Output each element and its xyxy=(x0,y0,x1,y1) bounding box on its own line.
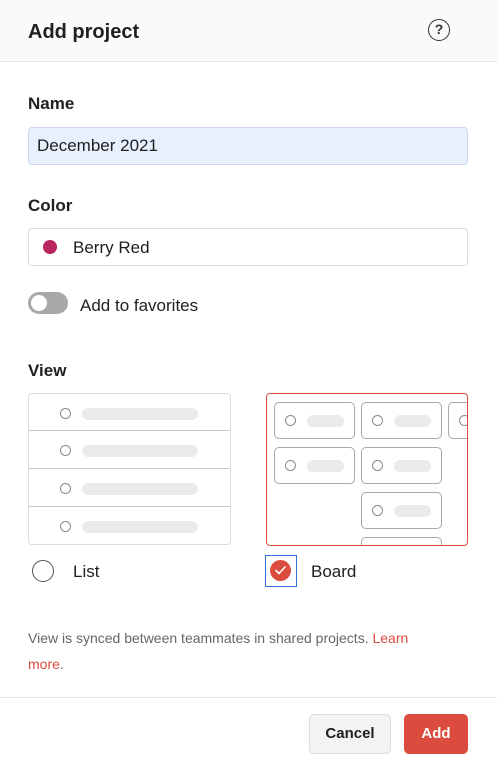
checkmark-icon xyxy=(275,566,286,575)
name-label: Name xyxy=(28,94,75,113)
color-dot-icon xyxy=(43,240,57,254)
dialog-title: Add project xyxy=(28,21,140,43)
favorites-label: Add to favorites xyxy=(80,296,199,315)
learn-more-link-line1: Learn xyxy=(372,630,409,646)
favorites-toggle[interactable] xyxy=(28,292,68,314)
circle-icon xyxy=(372,460,383,471)
list-view-radio[interactable] xyxy=(32,560,54,582)
add-button[interactable]: Add xyxy=(404,714,468,754)
placeholder-bar xyxy=(394,460,431,472)
list-view-label: List xyxy=(73,562,100,581)
circle-icon xyxy=(285,415,296,426)
color-label: Color xyxy=(28,196,73,215)
learn-more-link-line2: more xyxy=(28,656,60,672)
circle-icon xyxy=(372,415,383,426)
circle-icon xyxy=(60,483,71,494)
board-preview-card xyxy=(274,447,355,484)
board-preview-card xyxy=(448,402,467,439)
info-period: . xyxy=(59,656,64,672)
radio-selected-indicator xyxy=(270,560,291,581)
dialog-header: Add project ? xyxy=(0,0,497,62)
placeholder-bar xyxy=(394,415,431,427)
circle-icon xyxy=(60,445,71,456)
circle-icon xyxy=(285,460,296,471)
color-value: Berry Red xyxy=(73,238,150,257)
circle-icon xyxy=(60,408,71,419)
board-view-radio[interactable] xyxy=(265,555,297,587)
placeholder-bar xyxy=(82,408,198,420)
help-icon[interactable]: ? xyxy=(428,19,450,41)
list-preview-row xyxy=(29,394,230,431)
circle-icon xyxy=(60,521,71,532)
list-preview-row xyxy=(29,508,230,544)
board-preview-card xyxy=(361,537,442,545)
cancel-button[interactable]: Cancel xyxy=(309,714,391,754)
placeholder-bar xyxy=(82,483,198,495)
view-label: View xyxy=(28,361,67,380)
board-preview-card xyxy=(361,402,442,439)
board-view-label: Board xyxy=(311,562,357,581)
project-name-input[interactable]: December 2021 xyxy=(28,127,468,165)
placeholder-bar xyxy=(82,521,198,533)
placeholder-bar xyxy=(307,415,344,427)
list-preview-row xyxy=(29,470,230,507)
board-preview-card xyxy=(361,447,442,484)
placeholder-bar xyxy=(394,505,431,517)
view-sync-info: View is synced between teammates in shar… xyxy=(28,625,458,677)
circle-icon xyxy=(372,505,383,516)
footer-divider xyxy=(0,697,497,698)
placeholder-bar xyxy=(82,445,198,457)
placeholder-bar xyxy=(307,460,344,472)
list-preview-row xyxy=(29,432,230,469)
toggle-knob xyxy=(31,295,47,311)
color-select[interactable]: Berry Red xyxy=(28,228,468,266)
info-text: View is synced between teammates in shar… xyxy=(28,630,373,646)
circle-icon xyxy=(459,415,467,426)
board-preview-card xyxy=(274,402,355,439)
board-preview-card xyxy=(361,492,442,529)
list-view-preview[interactable] xyxy=(28,393,231,545)
board-view-preview[interactable] xyxy=(266,393,468,546)
